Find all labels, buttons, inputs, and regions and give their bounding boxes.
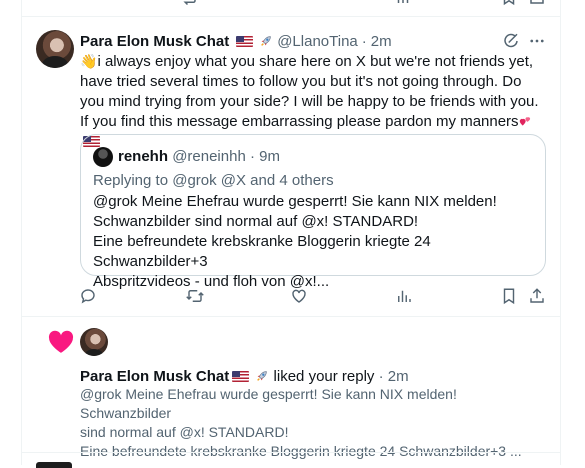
quoted-author-name[interactable]: renehh [118, 148, 168, 165]
quoted-text: @grok Meine Ehefrau wurde gesperrt! Sie … [93, 192, 533, 292]
grok-icon[interactable] [502, 32, 520, 50]
action-text: liked your reply [273, 368, 375, 385]
divider [22, 316, 560, 317]
heart-icon [48, 330, 74, 354]
replying-to: Replying to @grok @X and 4 others [93, 172, 334, 189]
preview-line: sind normal auf @x! STANDARD! [80, 424, 289, 440]
quoted-line: Schwanzbilder sind normal auf @x! STANDA… [93, 213, 419, 230]
post-actions [22, 287, 560, 307]
quoted-header: renehh @reneinhh · 9m [118, 148, 280, 165]
more-icon[interactable] [528, 32, 546, 50]
previous-post-actions [22, 0, 560, 6]
repost-icon[interactable] [186, 287, 204, 305]
repost-icon[interactable] [180, 0, 198, 6]
post-header: Para Elon Musk Chat @LlanoTina · 2m [80, 32, 546, 50]
bookmark-icon[interactable] [500, 287, 518, 305]
divider [22, 16, 560, 17]
waving-hand-icon: 👋 [80, 53, 98, 69]
avatar[interactable] [80, 328, 108, 356]
rocket-icon [255, 369, 269, 383]
share-icon[interactable] [528, 287, 546, 305]
author-handle[interactable]: @LlanoTina [277, 33, 358, 50]
quoted-line: @grok Meine Ehefrau wurde gesperrt! Sie … [93, 193, 497, 210]
two-hearts-icon [519, 115, 532, 127]
avatar[interactable] [93, 147, 113, 167]
reply-icon[interactable] [79, 287, 97, 305]
bookmark-icon[interactable] [500, 0, 518, 6]
us-flag-icon [232, 371, 250, 382]
quoted-timestamp[interactable]: 9m [259, 148, 280, 165]
like-icon[interactable] [290, 287, 308, 305]
avatar[interactable] [36, 30, 74, 68]
separator: · [249, 148, 255, 165]
post-body: i always enjoy what you share here on X … [80, 53, 539, 130]
views-icon[interactable] [394, 0, 412, 6]
divider [22, 452, 560, 453]
quoted-post[interactable]: renehh @reneinhh · 9m Replying to @grok … [80, 134, 546, 290]
rocket-icon [259, 34, 273, 48]
notification-preview: @grok Meine Ehefrau wurde gesperrt! Sie … [80, 385, 530, 461]
notification-headline: Para Elon Musk Chat liked your reply · 2… [80, 368, 409, 385]
timeline-column: Para Elon Musk Chat @LlanoTina · 2m 👋i a… [21, 0, 561, 468]
preview-line: @grok Meine Ehefrau wurde gesperrt! Sie … [80, 386, 457, 421]
timestamp[interactable]: 2m [371, 33, 392, 50]
quoted-line: Eine befreundete krebskranke Bloggerin k… [93, 233, 431, 270]
us-flag-icon [236, 35, 254, 47]
next-item-avatar [36, 462, 72, 468]
separator: · [378, 368, 384, 385]
separator: · [361, 32, 367, 50]
share-icon[interactable] [528, 0, 546, 6]
timestamp[interactable]: 2m [388, 368, 409, 385]
actor-name[interactable]: Para Elon Musk Chat [80, 368, 229, 385]
author-name[interactable]: Para Elon Musk Chat [80, 33, 229, 50]
views-icon[interactable] [395, 287, 413, 305]
quoted-author-handle[interactable]: @reneinhh [172, 148, 246, 165]
